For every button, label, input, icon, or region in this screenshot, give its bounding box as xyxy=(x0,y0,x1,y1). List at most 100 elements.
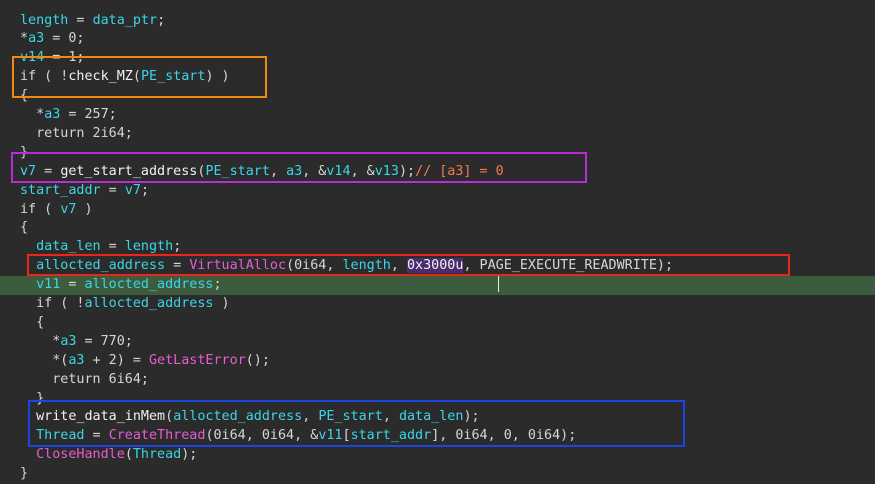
code-token: { xyxy=(20,220,29,236)
code-token: a3 xyxy=(286,163,303,179)
code-token: start_addr xyxy=(350,428,432,444)
code-line[interactable]: v14 = 1; xyxy=(0,49,875,68)
code-token: = 0; xyxy=(44,31,85,47)
code-line[interactable]: length = data_ptr; xyxy=(0,12,875,31)
code-token: 0x3000u xyxy=(407,258,464,274)
code-token: { xyxy=(20,314,45,330)
code-line[interactable]: v7 = get_start_address(PE_start, a3, &v1… xyxy=(0,163,875,182)
code-token: return 6i64; xyxy=(20,371,149,387)
code-token: = 257; xyxy=(60,107,117,122)
code-token: VirtualAlloc xyxy=(189,258,287,274)
code-token: PE_start xyxy=(140,69,206,85)
code-line[interactable]: v11 = allocted_address; xyxy=(0,276,875,295)
code-token: Thread xyxy=(132,447,182,463)
code-token: , & xyxy=(350,163,375,179)
code-token: data_len xyxy=(398,409,464,425)
code-token: if ( ! xyxy=(20,296,85,311)
code-token: = 1; xyxy=(44,50,85,66)
code-token: ; xyxy=(140,182,149,198)
code-line[interactable]: return 6i64; xyxy=(0,371,875,390)
code-token: (); xyxy=(245,352,270,368)
code-line[interactable]: start_addr = v7; xyxy=(0,182,875,201)
code-token: Thread xyxy=(36,428,85,444)
code-token: } xyxy=(20,144,29,160)
code-token: * xyxy=(20,107,45,122)
code-token: ); xyxy=(398,163,416,179)
code-token: ; xyxy=(213,277,222,293)
code-token: = xyxy=(100,239,125,255)
decompiler-code-view[interactable]: length = data_ptr; *a3 = 0; v14 = 1; if ( !… xyxy=(0,0,875,481)
code-token: , xyxy=(302,409,319,425)
code-line[interactable]: if ( !check_MZ(PE_start) ) xyxy=(0,68,875,87)
code-token: , xyxy=(269,163,287,179)
code-line[interactable]: } xyxy=(0,465,875,484)
text-cursor xyxy=(498,276,499,292)
code-token: (0i64, xyxy=(286,258,343,274)
code-token: ( xyxy=(165,409,174,425)
code-token: , & xyxy=(302,163,327,179)
code-token: write_data_inMem xyxy=(36,409,166,425)
code-line[interactable]: allocted_address = VirtualAlloc(0i64, le… xyxy=(0,257,875,276)
code-token: = 770; xyxy=(76,333,133,349)
code-token: // [a3] = 0 xyxy=(415,163,504,179)
code-line[interactable]: *a3 = 257; xyxy=(0,106,875,125)
code-line[interactable]: return 2i64; xyxy=(0,125,875,144)
code-line[interactable]: } xyxy=(0,144,875,163)
code-token: v14 xyxy=(20,50,45,66)
code-line[interactable]: if ( !allocted_address ) xyxy=(0,295,875,314)
code-token: = xyxy=(165,258,190,274)
code-token: CreateThread xyxy=(108,428,206,444)
code-line[interactable]: if ( v7 ) xyxy=(0,201,875,220)
code-token: = xyxy=(100,182,125,198)
code-token: if ( xyxy=(20,201,61,217)
code-token: length xyxy=(342,258,391,274)
code-token: *( xyxy=(20,352,69,368)
code-token: { xyxy=(20,88,29,104)
code-line[interactable]: *a3 = 770; xyxy=(0,333,875,352)
code-token: + 2) = xyxy=(84,352,149,368)
code-token: ) ) xyxy=(205,69,230,85)
code-token: length xyxy=(20,12,69,28)
code-token: length xyxy=(124,239,174,255)
code-line[interactable]: Thread = CreateThread(0i64, 0i64, &v11[s… xyxy=(0,427,875,446)
code-token: v11 xyxy=(36,277,61,293)
code-token: , xyxy=(390,258,407,274)
code-line[interactable]: write_data_inMem(allocted_address, PE_st… xyxy=(0,408,875,427)
code-token: data_ptr xyxy=(92,12,158,28)
code-token: [ xyxy=(342,428,351,444)
code-token: = xyxy=(84,428,109,444)
code-token: } xyxy=(20,390,45,406)
code-token: data_len xyxy=(36,239,101,255)
code-line[interactable]: data_len = length; xyxy=(0,238,875,257)
code-line[interactable]: } xyxy=(0,390,875,409)
code-line[interactable]: CloseHandle(Thread); xyxy=(0,446,875,465)
code-token: ); xyxy=(463,409,480,425)
code-token: v14 xyxy=(326,163,351,179)
code-line[interactable]: { xyxy=(0,219,875,238)
code-token: = xyxy=(60,277,85,293)
code-line[interactable]: *(a3 + 2) = GetLastError(); xyxy=(0,352,875,371)
code-token: return 2i64; xyxy=(20,125,133,141)
code-token: get_start_address xyxy=(60,163,198,179)
code-token: allocted_address xyxy=(173,409,303,425)
code-token: ( xyxy=(132,69,141,85)
code-token: check_MZ xyxy=(68,69,133,85)
code-line[interactable]: { xyxy=(0,87,875,106)
code-token: ; xyxy=(157,12,166,28)
code-token: ; xyxy=(173,239,182,255)
code-token: (0i64, 0i64, & xyxy=(205,428,319,444)
code-token: if ( ! xyxy=(20,69,69,85)
code-token: v7 xyxy=(124,182,141,198)
code-token: allocted_address xyxy=(84,296,214,311)
code-token: = xyxy=(68,12,93,28)
code-line[interactable]: *a3 = 0; xyxy=(0,30,875,49)
code-token: ) xyxy=(213,296,230,311)
code-token: allocted_address xyxy=(84,277,214,293)
code-line[interactable]: { xyxy=(0,314,875,333)
code-token: * xyxy=(20,31,29,47)
